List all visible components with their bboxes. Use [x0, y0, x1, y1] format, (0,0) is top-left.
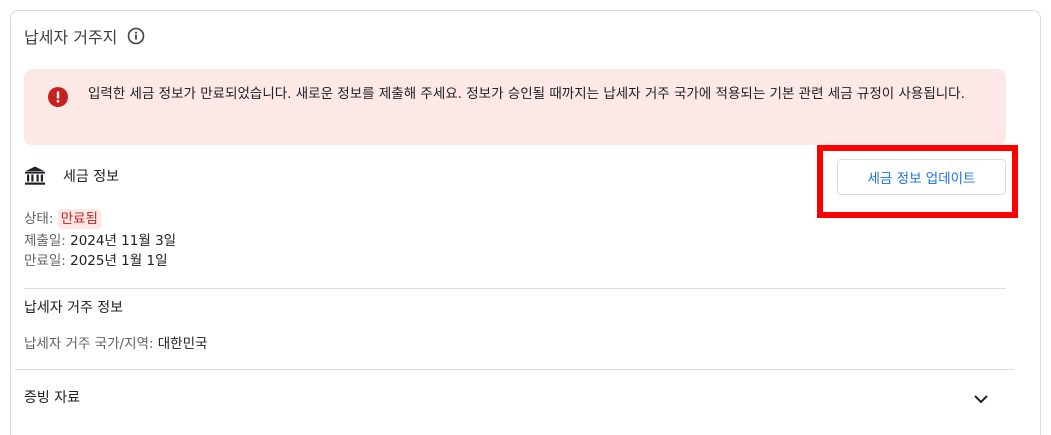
status-row: 상태: 만료됨	[24, 209, 101, 229]
update-tax-info-button[interactable]: 세금 정보 업데이트	[837, 159, 1006, 195]
error-icon	[47, 86, 69, 108]
status-label: 상태:	[24, 211, 54, 227]
submitted-value: 2024년 11월 3일	[70, 233, 177, 249]
info-icon[interactable]	[127, 27, 145, 45]
residence-section-title: 납세자 거주 정보	[24, 300, 124, 316]
chevron-down-icon[interactable]	[971, 389, 991, 409]
expired-alert: 입력한 세금 정보가 만료되었습니다. 새로운 정보를 제출해 주세요. 정보가…	[24, 69, 1006, 145]
evidence-divider	[15, 369, 1014, 370]
section-divider	[24, 288, 1006, 289]
submitted-row: 제출일: 2024년 11월 3일	[24, 231, 176, 251]
card-title: 납세자 거주지	[24, 28, 118, 47]
residence-country-value: 대한민국	[157, 336, 208, 352]
expires-row: 만료일: 2025년 1월 1일	[24, 251, 168, 271]
residence-country-row: 납세자 거주 국가/지역: 대한민국	[24, 332, 207, 352]
expires-label: 만료일:	[24, 253, 66, 269]
tax-info-label: 세금 정보	[63, 169, 119, 185]
alert-message: 입력한 세금 정보가 만료되었습니다. 새로운 정보를 제출해 주세요. 정보가…	[88, 86, 965, 102]
bank-icon	[24, 165, 46, 187]
submitted-label: 제출일:	[24, 233, 66, 249]
residence-country-label: 납세자 거주 국가/지역:	[24, 336, 154, 352]
tax-info-row: 세금 정보	[24, 165, 119, 187]
expires-value: 2025년 1월 1일	[70, 253, 168, 269]
status-badge: 만료됨	[57, 209, 101, 229]
evidence-section-title[interactable]: 증빙 자료	[24, 387, 80, 407]
card-header: 납세자 거주지	[24, 24, 145, 48]
